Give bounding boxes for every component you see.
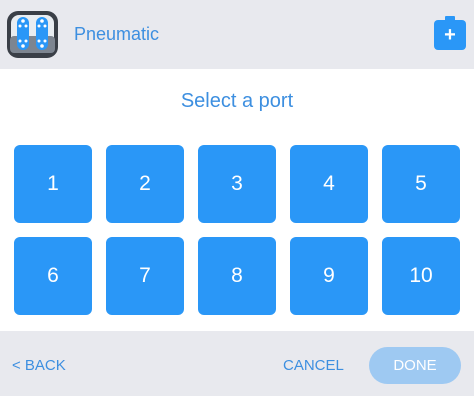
done-button[interactable]: DONE <box>369 347 461 384</box>
port-button-2[interactable]: 2 <box>106 145 184 223</box>
select-port-prompt: Select a port <box>180 90 294 112</box>
pneumatic-device-icon <box>7 11 58 58</box>
cancel-button[interactable]: CANCEL <box>283 357 344 374</box>
back-button[interactable]: < BACK <box>12 357 66 374</box>
port-button-8[interactable]: 8 <box>198 237 276 315</box>
port-button-7[interactable]: 7 <box>106 237 184 315</box>
port-button-3[interactable]: 3 <box>198 145 276 223</box>
port-button-6[interactable]: 6 <box>14 237 92 315</box>
port-button-9[interactable]: 9 <box>290 237 368 315</box>
port-button-4[interactable]: 4 <box>290 145 368 223</box>
add-icon: + <box>444 24 456 46</box>
port-button-5[interactable]: 5 <box>382 145 460 223</box>
port-button-10[interactable]: 10 <box>382 237 460 315</box>
add-button[interactable]: + <box>434 16 466 50</box>
page-title: Pneumatic <box>74 24 160 44</box>
port-grid: 1 2 3 4 5 6 7 8 9 10 <box>14 145 460 315</box>
port-button-1[interactable]: 1 <box>14 145 92 223</box>
footer: < BACK CANCEL DONE <box>0 331 474 396</box>
header: Pneumatic + <box>0 0 474 69</box>
port-selection-panel: Select a port 1 2 3 4 5 6 7 8 9 10 <box>0 69 474 331</box>
